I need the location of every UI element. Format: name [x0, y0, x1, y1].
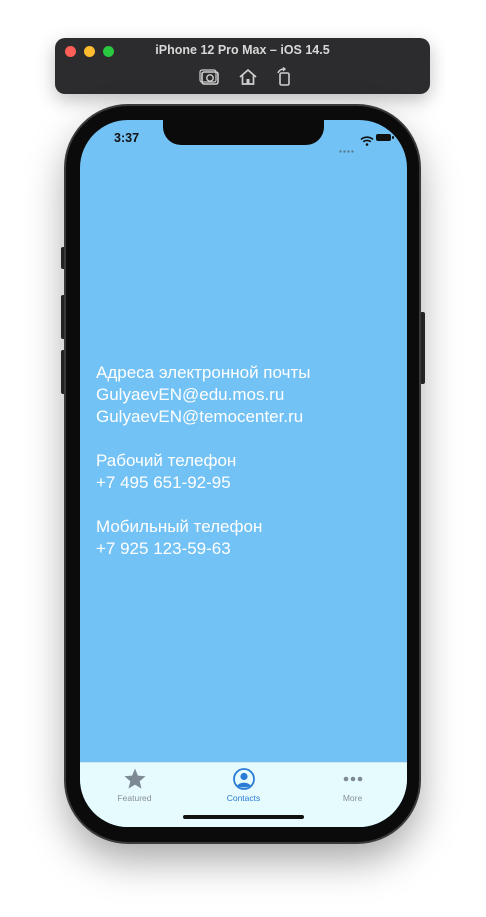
simulator-toolbar [55, 66, 430, 87]
work-phone[interactable]: +7 495 651-92-95 [96, 472, 397, 494]
battery-icon [376, 134, 394, 141]
work-phone-heading: Рабочий телефон [96, 451, 237, 470]
rotate-icon[interactable] [273, 66, 295, 87]
tab-featured-label: Featured [117, 793, 152, 803]
tab-more-label: More [342, 793, 363, 803]
email-2[interactable]: GulyaevEN@temocenter.ru [96, 406, 397, 428]
screenshot-icon[interactable] [199, 67, 221, 87]
signal-dots-icon [339, 140, 355, 153]
window-title: iPhone 12 Pro Max – iOS 14.5 [155, 43, 330, 57]
notch [163, 120, 324, 145]
power-button [420, 312, 425, 384]
email-1[interactable]: GulyaevEN@edu.mos.ru [96, 384, 397, 406]
ellipsis-icon [341, 767, 365, 791]
mobile-phone-heading: Мобильный телефон [96, 517, 263, 536]
mobile-phone[interactable]: +7 925 123-59-63 [96, 538, 397, 560]
tab-bar: Featured Contacts More [80, 762, 407, 827]
status-time: 3:37 [114, 131, 140, 145]
tab-featured[interactable]: Featured [80, 767, 189, 807]
device-screen: 3:37 Адреса электронной почты GulyaevEN@… [80, 120, 407, 827]
tab-contacts[interactable]: Contacts [189, 767, 298, 807]
home-icon[interactable] [237, 67, 259, 87]
wifi-icon [360, 133, 374, 146]
tab-more[interactable]: More [298, 767, 407, 807]
simulator-titlebar: iPhone 12 Pro Max – iOS 14.5 [55, 38, 430, 94]
contact-info: Адреса электронной почты GulyaevEN@edu.m… [96, 362, 397, 560]
home-indicator[interactable] [183, 815, 304, 819]
tab-contacts-label: Contacts [226, 793, 261, 803]
email-heading: Адреса электронной почты [96, 363, 311, 382]
person-circle-icon [232, 767, 256, 791]
star-icon [123, 767, 147, 791]
